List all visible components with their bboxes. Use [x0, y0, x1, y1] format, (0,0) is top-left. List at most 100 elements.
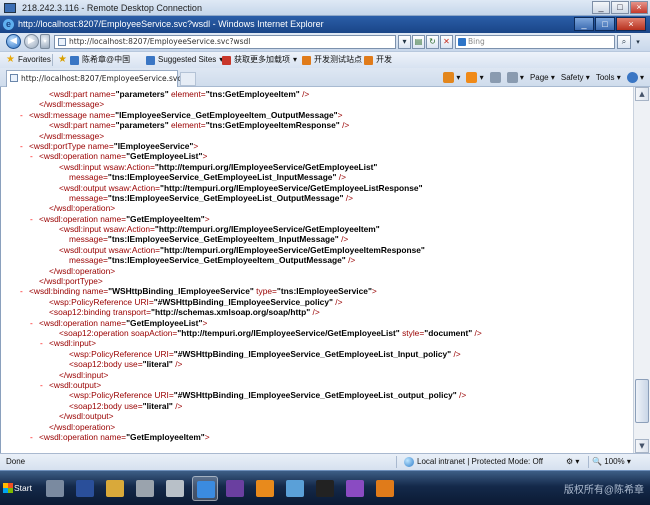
- minimize-button[interactable]: _: [592, 1, 610, 14]
- xml-markup: <soap12:body: [69, 400, 125, 411]
- new-tab-button[interactable]: [180, 72, 196, 86]
- xml-markup: >: [204, 431, 210, 442]
- explorer-icon[interactable]: [102, 476, 128, 501]
- safety-menu[interactable]: Safety ▾: [561, 71, 590, 84]
- home-icon[interactable]: ▾: [443, 71, 460, 84]
- tools-icon[interactable]: [132, 476, 158, 501]
- browser-close-button[interactable]: ×: [616, 17, 646, 31]
- xml-attr-value: "tns:IEmployeeService_GetEmployeeList_In…: [107, 172, 337, 183]
- xml-markup: URI=: [154, 348, 174, 359]
- maximize-button[interactable]: □: [611, 1, 629, 14]
- feeds-icon[interactable]: ▾: [466, 71, 484, 84]
- scroll-down-button[interactable]: ▼: [635, 439, 649, 453]
- close-button[interactable]: ×: [630, 1, 648, 14]
- xml-line: </wsdl:message>: [1, 99, 633, 109]
- collapse-toggle[interactable]: -: [40, 380, 43, 390]
- suggested-sites-link[interactable]: Suggested Sites ▾: [146, 52, 223, 68]
- ie-icon-glyph: [197, 481, 215, 498]
- xml-attr-value: "parameters": [115, 89, 169, 99]
- bing-icon: [458, 38, 466, 46]
- powershell-icon[interactable]: [72, 476, 98, 501]
- page-menu[interactable]: Page ▾: [530, 71, 555, 84]
- xml-line: <wsdl:part name="parameters" element="tn…: [1, 89, 633, 99]
- collapse-toggle[interactable]: -: [30, 432, 33, 442]
- collapse-toggle[interactable]: -: [30, 214, 33, 224]
- ie-icon[interactable]: [192, 476, 218, 501]
- server-manager-icon[interactable]: [42, 476, 68, 501]
- security-zone[interactable]: Local intranet | Protected Mode: Off: [404, 454, 543, 470]
- slides-icon[interactable]: [372, 476, 398, 501]
- stop-button[interactable]: ✕: [440, 35, 453, 49]
- search-icon[interactable]: ⌕: [617, 35, 631, 49]
- address-dropdown-button[interactable]: ▾: [398, 35, 411, 49]
- remote-desktop-title: 218.242.3.116 - Remote Desktop Connectio…: [22, 3, 202, 13]
- zoom-control[interactable]: 🔍 100% ▾: [592, 454, 631, 470]
- collapse-toggle[interactable]: -: [40, 338, 43, 348]
- xml-line: - <wsdl:operation name="GetEmployeeList">: [1, 151, 633, 161]
- search-input[interactable]: Bing: [455, 35, 615, 49]
- address-bar[interactable]: http://localhost:8207/EmployeeService.sv…: [54, 35, 396, 49]
- browser-maximize-button[interactable]: □: [595, 17, 615, 31]
- scroll-up-button[interactable]: ▲: [635, 87, 649, 101]
- vs-orange-icon[interactable]: [342, 476, 368, 501]
- paint-icon[interactable]: [282, 476, 308, 501]
- xml-line: - <wsdl:operation name="GetEmployeeItem">: [1, 432, 633, 442]
- active-tab[interactable]: http://localhost:8207/EmployeeService.sv…: [6, 70, 185, 98]
- add-ons-icon: [222, 55, 231, 65]
- xml-line: </wsdl:output>: [1, 411, 633, 421]
- protected-mode-icon[interactable]: ⚙ ▾: [566, 454, 579, 470]
- favorites-button[interactable]: ★ Favorites: [6, 52, 51, 68]
- xml-line: <wsp:PolicyReference URI="#WSHttpBinding…: [1, 390, 633, 400]
- collapse-toggle[interactable]: -: [20, 286, 23, 296]
- tools-menu[interactable]: Tools ▾: [596, 71, 621, 84]
- xml-line: message="tns:IEmployeeService_GetEmploye…: [1, 172, 633, 182]
- xml-attr-value: "http://tempuri.org/IEmployeeService/Get…: [160, 244, 425, 255]
- collapse-toggle[interactable]: -: [20, 110, 23, 120]
- forward-button[interactable]: ▶: [24, 34, 39, 49]
- console-icon[interactable]: [312, 476, 338, 501]
- remote-desktop-titlebar: 218.242.3.116 - Remote Desktop Connectio…: [0, 0, 650, 16]
- xml-line: - <wsdl:operation name="GetEmployeeList">: [1, 318, 633, 328]
- tools-orange-icon[interactable]: [252, 476, 278, 501]
- collapse-toggle[interactable]: -: [30, 151, 33, 161]
- folder-label: 开发测试站点: [314, 55, 362, 64]
- xml-line: <wsdl:output wsaw:Action="http://tempuri…: [1, 245, 633, 255]
- favorite-link[interactable]: ★ 陈希章@中国: [58, 52, 130, 68]
- browser-minimize-button[interactable]: _: [574, 17, 594, 31]
- back-button[interactable]: ◀: [6, 34, 21, 49]
- start-button[interactable]: Start: [2, 477, 38, 499]
- get-more-addons-link[interactable]: 获取更多加载项 ▾: [222, 52, 297, 68]
- print-icon[interactable]: ▾: [506, 71, 524, 84]
- mail-icon[interactable]: [489, 71, 501, 84]
- dev-test-sites-folder[interactable]: 开发测试站点: [302, 52, 362, 68]
- paint-icon-glyph: [286, 480, 304, 497]
- xml-markup: name=: [100, 213, 127, 224]
- help-icon[interactable]: ▾: [626, 71, 644, 84]
- status-text: Done: [6, 457, 26, 466]
- xml-attr-value: "IEmployeeService_GetEmployeeItem_Output…: [115, 109, 338, 120]
- tab-bar: http://localhost:8207/EmployeeService.sv…: [0, 68, 650, 98]
- xml-markup: <wsdl:input: [59, 161, 104, 172]
- xml-attr-value: "http://schemas.xmlsoap.org/soap/http": [150, 307, 311, 318]
- xml-line: </wsdl:operation>: [1, 203, 633, 213]
- ie-logo-icon: e: [3, 19, 14, 30]
- safety-menu-label: Safety: [560, 73, 584, 82]
- scrollbar-thumb[interactable]: [635, 379, 649, 423]
- collapse-toggle[interactable]: -: [30, 318, 33, 328]
- xml-markup: <wsdl:operation: [39, 431, 101, 442]
- compatibility-view-icon[interactable]: ▤: [412, 35, 425, 49]
- vertical-scrollbar[interactable]: ▲ ▼: [633, 87, 650, 453]
- xml-markup: >: [337, 109, 343, 120]
- tools-menu-label: Tools: [595, 73, 615, 82]
- xml-document-view: <wsdl:part name="parameters" element="tn…: [0, 87, 633, 453]
- xml-line: <soap12:body use="literal" />: [1, 359, 633, 369]
- settings-icon[interactable]: [162, 476, 188, 501]
- dev-folder[interactable]: 开发: [364, 52, 392, 68]
- recent-pages-dropdown[interactable]: ▾: [40, 34, 50, 49]
- search-options-dropdown[interactable]: ▾: [632, 35, 644, 49]
- xml-markup: </wsdl:input>: [59, 369, 109, 380]
- collapse-toggle[interactable]: -: [20, 141, 23, 151]
- refresh-button[interactable]: ↻: [426, 35, 439, 49]
- folder-icon: [364, 55, 373, 65]
- visual-studio-icon[interactable]: [222, 476, 248, 501]
